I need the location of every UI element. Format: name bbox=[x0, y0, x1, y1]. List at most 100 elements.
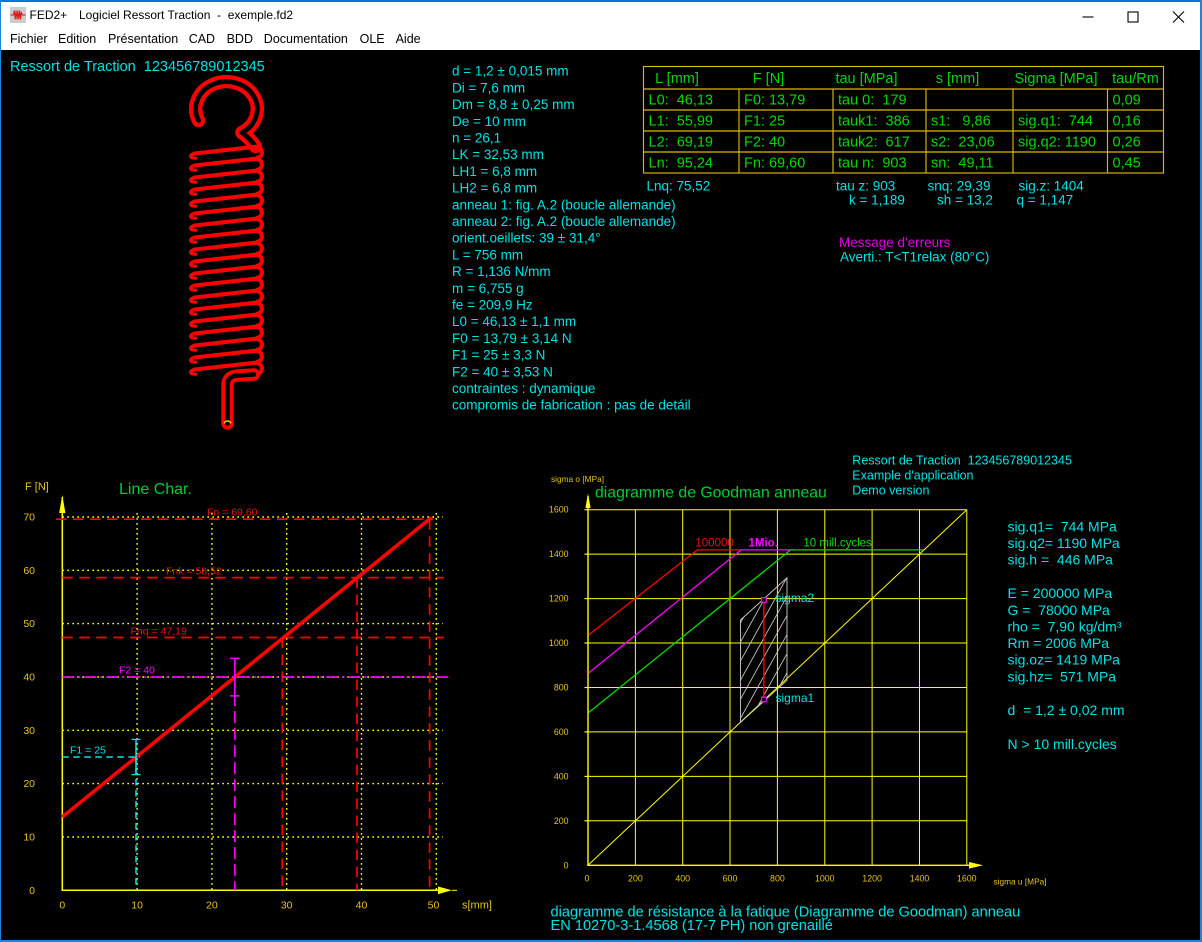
svg-text:Example d'application: Example d'application bbox=[852, 469, 973, 483]
svg-text:sig.z: 1404: sig.z: 1404 bbox=[1019, 179, 1085, 194]
svg-text:sig.q2= 1190 MPa: sig.q2= 1190 MPa bbox=[1008, 535, 1120, 551]
svg-text:20: 20 bbox=[206, 900, 218, 912]
svg-text:s1: 9,86: s1: 9,86 bbox=[931, 114, 991, 130]
svg-text:tau/Rm: tau/Rm bbox=[1112, 71, 1159, 87]
svg-text:Di = 7,6 mm: Di = 7,6 mm bbox=[452, 80, 525, 95]
svg-text:F1: 25: F1: 25 bbox=[744, 114, 785, 130]
svg-text:sh = 13,2: sh = 13,2 bbox=[937, 193, 993, 208]
svg-text:sig.hz= 571 MPa: sig.hz= 571 MPa bbox=[1008, 668, 1117, 684]
svg-text:Line Char.: Line Char. bbox=[119, 481, 192, 498]
svg-text:1400: 1400 bbox=[910, 874, 930, 884]
svg-text:Ressort de Traction 123456789: Ressort de Traction 123456789012345 bbox=[852, 454, 1072, 468]
svg-text:100000: 100000 bbox=[695, 538, 733, 550]
svg-text:1600: 1600 bbox=[957, 874, 977, 884]
svg-text:0,26: 0,26 bbox=[1113, 135, 1141, 151]
svg-text:s2: 23,06: s2: 23,06 bbox=[931, 135, 995, 151]
svg-text:Rm = 2006 MPa: Rm = 2006 MPa bbox=[1008, 635, 1110, 651]
svg-text:R = 1,136 N/mm: R = 1,136 N/mm bbox=[452, 264, 551, 279]
svg-text:600: 600 bbox=[723, 874, 738, 884]
svg-text:1200: 1200 bbox=[862, 874, 882, 884]
svg-text:50: 50 bbox=[428, 900, 440, 912]
svg-text:Averti.: T<T1relax (80°C): Averti.: T<T1relax (80°C) bbox=[840, 250, 989, 265]
svg-text:F0 = 13,79 ± 3,14 N: F0 = 13,79 ± 3,14 N bbox=[452, 331, 572, 346]
svg-text:Ln: 95,24: Ln: 95,24 bbox=[649, 156, 714, 172]
svg-text:sig.q1= 744 MPa: sig.q1= 744 MPa bbox=[1008, 519, 1118, 535]
svg-text:L [mm]: L [mm] bbox=[655, 71, 699, 87]
svg-text:tau n: 903: tau n: 903 bbox=[838, 156, 907, 172]
svg-text:sn: 49,11: sn: 49,11 bbox=[931, 156, 994, 172]
svg-text:L2: 69,19: L2: 69,19 bbox=[649, 135, 714, 151]
svg-text:50: 50 bbox=[23, 618, 35, 630]
svg-text:Fn: 69,60: Fn: 69,60 bbox=[744, 156, 805, 172]
svg-text:d = 1,2 ± 0,015 mm: d = 1,2 ± 0,015 mm bbox=[452, 64, 569, 79]
svg-text:0,45: 0,45 bbox=[1113, 156, 1141, 172]
svg-text:tau z: 903: tau z: 903 bbox=[836, 179, 895, 194]
svg-text:Demo version: Demo version bbox=[852, 484, 929, 498]
svg-text:1200: 1200 bbox=[549, 594, 569, 604]
svg-text:800: 800 bbox=[554, 683, 569, 693]
svg-text:orient.oeillets: 39 ± 31,4°: orient.oeillets: 39 ± 31,4° bbox=[452, 231, 601, 246]
svg-text:sigma1: sigma1 bbox=[776, 691, 815, 705]
svg-text:anneau 1: fig. A.2 (boucle all: anneau 1: fig. A.2 (boucle allemande) bbox=[452, 197, 676, 212]
svg-text:n = 26,1: n = 26,1 bbox=[452, 131, 501, 146]
svg-text:60: 60 bbox=[23, 565, 35, 577]
svg-text:De = 10 mm: De = 10 mm bbox=[452, 114, 526, 129]
svg-text:tau [MPa]: tau [MPa] bbox=[835, 71, 897, 87]
svg-text:20: 20 bbox=[23, 778, 35, 790]
svg-text:sigma u [MPa]: sigma u [MPa] bbox=[994, 877, 1047, 887]
svg-text:10: 10 bbox=[131, 900, 143, 912]
svg-text:d = 1,2 ± 0,02 mm: d = 1,2 ± 0,02 mm bbox=[1008, 702, 1125, 718]
svg-text:1600: 1600 bbox=[549, 505, 569, 515]
svg-text:0,16: 0,16 bbox=[1113, 114, 1141, 130]
svg-text:200: 200 bbox=[628, 874, 643, 884]
svg-text:LH2 = 6,8 mm: LH2 = 6,8 mm bbox=[452, 181, 537, 196]
svg-text:L0: 46,13: L0: 46,13 bbox=[649, 93, 714, 109]
svg-text:Ressort de Traction 123456789: Ressort de Traction 123456789012345 bbox=[10, 59, 265, 75]
svg-text:Fnk = 58,52: Fnk = 58,52 bbox=[166, 566, 222, 578]
svg-text:s [mm]: s [mm] bbox=[936, 71, 980, 87]
svg-text:F1 = 25 ± 3,3 N: F1 = 25 ± 3,3 N bbox=[452, 348, 545, 363]
svg-text:L = 756 mm: L = 756 mm bbox=[452, 247, 523, 262]
svg-text:200: 200 bbox=[554, 816, 569, 826]
svg-text:compromis de fabrication : pas: compromis de fabrication : pas de detáil bbox=[452, 398, 691, 413]
svg-text:contraintes : dynamique: contraintes : dynamique bbox=[452, 381, 595, 396]
svg-text:400: 400 bbox=[554, 771, 569, 781]
svg-text:F1 = 25: F1 = 25 bbox=[70, 745, 106, 757]
svg-text:0: 0 bbox=[59, 900, 65, 912]
svg-text:sigma2: sigma2 bbox=[776, 591, 815, 605]
svg-text:k = 1,189: k = 1,189 bbox=[849, 193, 905, 208]
svg-text:40: 40 bbox=[356, 900, 368, 912]
svg-text:tauk1: 386: tauk1: 386 bbox=[838, 114, 910, 130]
svg-text:Dm = 8,8 ± 0,25 mm: Dm = 8,8 ± 0,25 mm bbox=[452, 97, 575, 112]
svg-text:F [N]: F [N] bbox=[25, 481, 49, 493]
svg-text:10 mill.cycles: 10 mill.cycles bbox=[803, 538, 872, 550]
svg-text:F2 = 40 ± 3,53 N: F2 = 40 ± 3,53 N bbox=[452, 364, 553, 379]
svg-text:1000: 1000 bbox=[815, 874, 835, 884]
svg-text:F [N]: F [N] bbox=[753, 71, 784, 87]
svg-text:70: 70 bbox=[23, 512, 35, 524]
svg-text:0,09: 0,09 bbox=[1113, 93, 1141, 109]
svg-text:1400: 1400 bbox=[549, 549, 569, 559]
svg-text:G = 78000 MPa: G = 78000 MPa bbox=[1008, 602, 1111, 618]
svg-text:1Mio.: 1Mio. bbox=[749, 538, 778, 550]
svg-text:m = 6,755 g: m = 6,755 g bbox=[452, 281, 524, 296]
svg-text:800: 800 bbox=[770, 874, 785, 884]
svg-text:F0: 13,79: F0: 13,79 bbox=[744, 93, 805, 109]
svg-text:Message d'erreurs: Message d'erreurs bbox=[839, 235, 951, 250]
svg-text:sig.oz= 1419 MPa: sig.oz= 1419 MPa bbox=[1008, 652, 1121, 668]
svg-text:q = 1,147: q = 1,147 bbox=[1017, 193, 1074, 208]
svg-text:L1: 55,99: L1: 55,99 bbox=[649, 114, 714, 130]
svg-text:L0 = 46,13 ± 1,1 mm: L0 = 46,13 ± 1,1 mm bbox=[452, 314, 576, 329]
svg-text:tau 0: 179: tau 0: 179 bbox=[838, 93, 907, 109]
svg-text:EN 10270-3-1.4568 (17-7 PH) no: EN 10270-3-1.4568 (17-7 PH) non grenaill… bbox=[551, 918, 833, 934]
svg-text:tauk2: 617: tauk2: 617 bbox=[838, 135, 910, 151]
svg-text:N > 10 mill.cycles: N > 10 mill.cycles bbox=[1008, 736, 1117, 752]
svg-text:30: 30 bbox=[23, 725, 35, 737]
svg-text:s[mm]: s[mm] bbox=[462, 900, 492, 912]
svg-text:fe = 209,9 Hz: fe = 209,9 Hz bbox=[452, 298, 533, 313]
svg-text:sigma o [MPa]: sigma o [MPa] bbox=[551, 474, 604, 484]
svg-text:0: 0 bbox=[564, 860, 569, 870]
svg-text:1000: 1000 bbox=[549, 638, 569, 648]
svg-text:Fnq = 47,19: Fnq = 47,19 bbox=[131, 626, 187, 638]
svg-text:anneau 2: fig. A.2 (boucle all: anneau 2: fig. A.2 (boucle allemande) bbox=[452, 214, 676, 229]
